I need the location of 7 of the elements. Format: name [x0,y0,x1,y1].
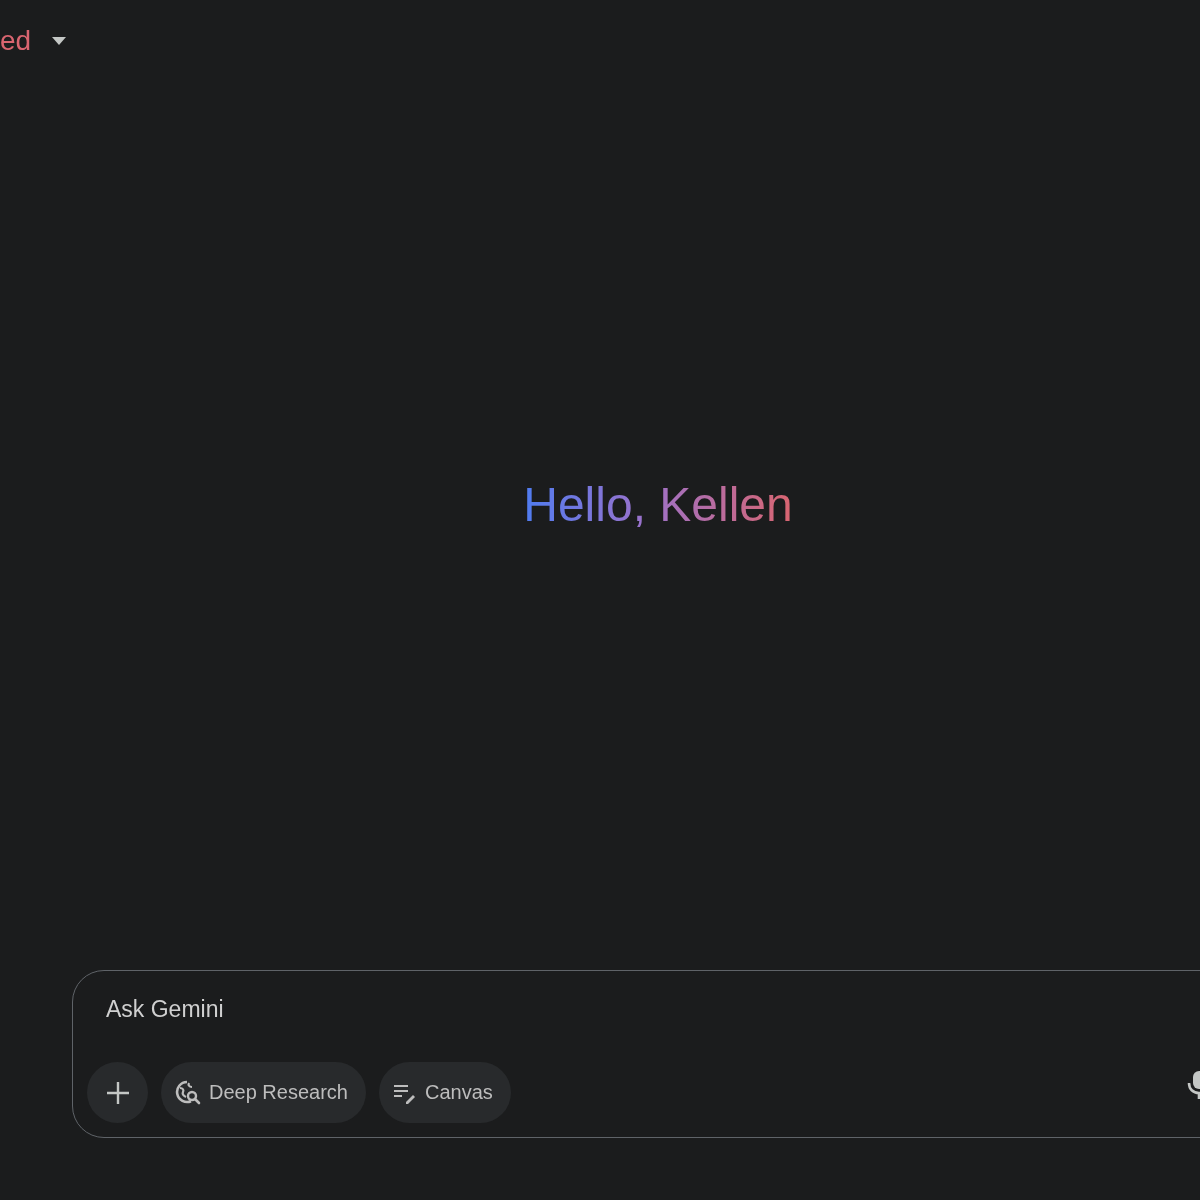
dropdown-caret-icon[interactable] [51,36,68,46]
prompt-input[interactable]: Ask Gemini [104,995,708,1024]
plus-icon [105,1080,130,1105]
model-name[interactable]: ed [0,24,32,58]
globe-search-icon [175,1079,201,1106]
tool-chip[interactable]: Canvas [378,1062,511,1123]
tool-chip[interactable]: Deep Research [161,1062,366,1123]
